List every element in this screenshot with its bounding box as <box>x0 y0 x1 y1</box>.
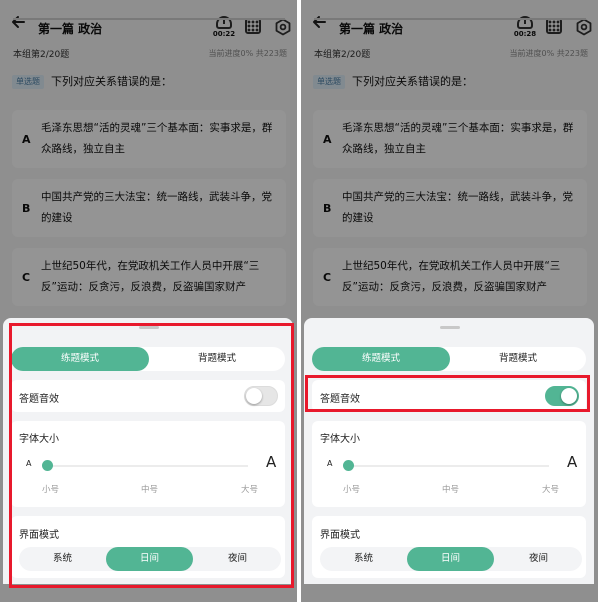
theme-day-button[interactable]: 日间 <box>407 547 494 571</box>
theme-system-button[interactable]: 系统 <box>320 547 407 571</box>
theme-segmented-control: 系统 日间 夜间 <box>320 547 582 571</box>
theme-mode-card: 界面模式 系统 日间 夜间 <box>312 516 586 578</box>
size-label-small: 小号 <box>343 485 361 495</box>
large-a-glyph: A <box>567 453 578 471</box>
font-size-slider-thumb[interactable] <box>343 460 354 471</box>
settings-sheet: 练题模式 背题模式 答题音效 字体大小 A A 小号 中号 大号 界面模式 系统… <box>304 318 594 584</box>
highlight-box-sound-toggle <box>305 375 590 412</box>
highlight-box-settings <box>9 323 294 588</box>
font-size-slider[interactable] <box>352 465 549 467</box>
size-label-large: 大号 <box>542 485 560 495</box>
screenshot-panel-right: 第一篇 政治 00:28 本组第2/20题 当前进度0% 共223题 单选题 下… <box>301 0 598 602</box>
theme-mode-title: 界面模式 <box>320 530 360 541</box>
size-label-medium: 中号 <box>442 485 460 495</box>
font-size-title: 字体大小 <box>320 434 360 445</box>
small-a-glyph: A <box>327 459 333 468</box>
screenshot-panel-left: 第一篇 政治 00:22 本组第2/20题 当前进度0% 共223题 单选题 下… <box>0 0 297 602</box>
mode-toggle: 练题模式 背题模式 <box>312 347 586 371</box>
theme-night-button[interactable]: 夜间 <box>495 547 582 571</box>
font-size-card: 字体大小 A A 小号 中号 大号 <box>312 421 586 507</box>
recite-mode-button[interactable]: 背题模式 <box>449 347 587 371</box>
sheet-drag-handle[interactable] <box>440 326 460 329</box>
practice-mode-button[interactable]: 练题模式 <box>312 347 450 371</box>
